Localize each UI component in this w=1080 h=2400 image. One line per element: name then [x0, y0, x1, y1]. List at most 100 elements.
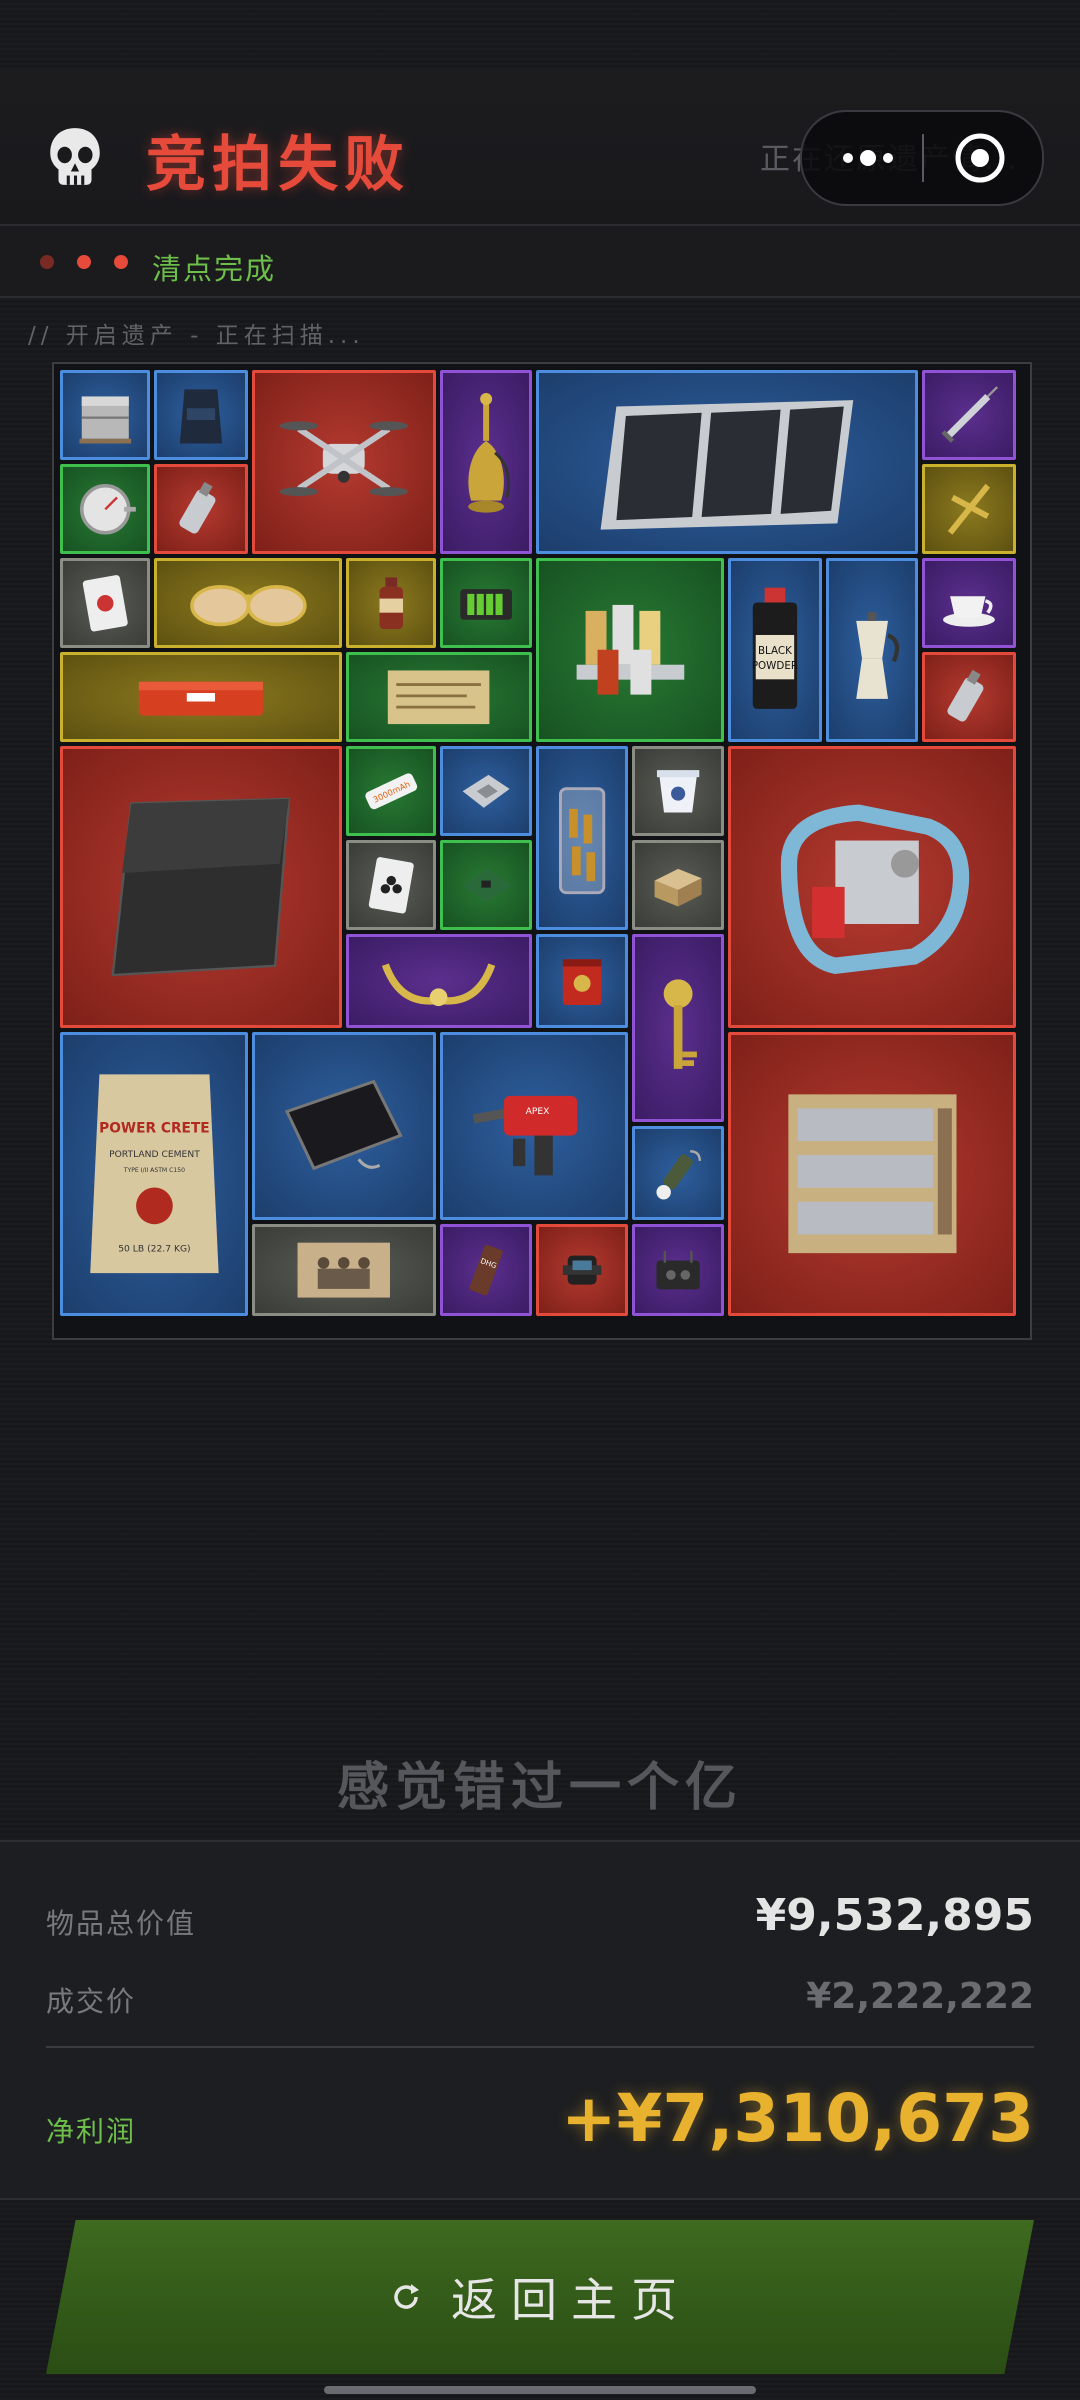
moka-pot-item[interactable]: [826, 558, 918, 742]
capsule-divider: [922, 134, 924, 182]
fuel-canister-2-item[interactable]: [922, 652, 1016, 742]
old-document-item[interactable]: [346, 652, 532, 742]
battery-charger-item[interactable]: [440, 558, 532, 648]
status-led: [40, 255, 54, 269]
cement-brand-label: POWER CRETE: [99, 1121, 210, 1137]
golden-cross-item[interactable]: [922, 464, 1016, 554]
result-tagline: 感觉错过一个亿: [336, 1758, 743, 1818]
return-home-button[interactable]: 返回主页: [46, 2220, 1034, 2374]
return-home-label: 返回主页: [451, 2273, 691, 2327]
old-photo-item[interactable]: [252, 1224, 436, 1316]
coffee-bag-item[interactable]: [154, 370, 248, 460]
playing-card-icon: [82, 574, 128, 632]
status-led: [114, 255, 128, 269]
red-case-item[interactable]: [60, 652, 342, 742]
spice-rack-icon: [576, 605, 684, 695]
cement-type-label: PORTLAND CEMENT: [109, 1149, 200, 1160]
carbon-plate-item[interactable]: [60, 746, 342, 1028]
red-tin-item[interactable]: [536, 934, 628, 1028]
solar-panel-icon: [600, 400, 854, 530]
target-icon[interactable]: [952, 130, 1008, 186]
small-box-icon: [654, 868, 702, 907]
teacup-item[interactable]: [922, 558, 1016, 648]
metal-chip-icon: [462, 774, 510, 808]
tablet-item[interactable]: [252, 1032, 436, 1220]
old-photo-icon: [297, 1242, 391, 1298]
status-led: [77, 255, 91, 269]
page-title: 竞拍失败: [146, 130, 410, 200]
drone-item[interactable]: [252, 370, 436, 554]
skull-icon: [50, 128, 100, 185]
club-card-item[interactable]: [346, 840, 436, 930]
moka-pot-icon: [856, 612, 900, 700]
cement-bag-item[interactable]: POWER CRETE PORTLAND CEMENT TYPE I/II ASTM…: [60, 1032, 248, 1316]
playing-card-item[interactable]: [60, 558, 150, 648]
metal-chip-item[interactable]: [440, 746, 532, 836]
inventory-grid: BLACK POWDER 3000mAh POWER CRETE PORTLAN…: [52, 362, 1032, 1340]
black-powder-label-1: BLACK: [758, 645, 792, 657]
fuel-canister-item[interactable]: [154, 464, 248, 554]
tablet-icon: [285, 1079, 403, 1170]
more-dots-icon[interactable]: [838, 140, 898, 176]
battery-charger-icon: [460, 588, 512, 620]
crate-stack-item[interactable]: [60, 370, 150, 460]
flashlight-icon: [656, 1150, 701, 1200]
aviator-glasses-icon: [189, 584, 307, 626]
circuit-board-item[interactable]: [440, 840, 532, 930]
radio-device-icon: [656, 1250, 700, 1290]
golden-hookah-item[interactable]: [440, 370, 532, 554]
golden-cross-icon: [947, 483, 991, 535]
radio-device-item[interactable]: [632, 1224, 724, 1316]
canister-icon: [947, 669, 984, 722]
snack-bar-item[interactable]: DHG: [440, 1224, 532, 1316]
ammo-jar-item[interactable]: [536, 746, 628, 930]
canister-icon: [179, 481, 216, 534]
server-rack-icon: [787, 1094, 957, 1254]
engine-device-item[interactable]: [728, 746, 1016, 1028]
battery-cell-icon: 3000mAh: [365, 773, 417, 809]
spice-rack-item[interactable]: [536, 558, 724, 742]
yogurt-cup-icon: [656, 769, 700, 813]
smart-watch-icon: [562, 1255, 602, 1285]
horn-necklace-item[interactable]: [346, 934, 532, 1028]
deal-price-label: 成交价: [46, 1985, 137, 2018]
small-box-item[interactable]: [632, 840, 724, 930]
pressure-gauge-item[interactable]: [60, 464, 150, 554]
small-bottle-item[interactable]: [346, 558, 436, 648]
carbon-plate-icon: [111, 797, 291, 977]
rotary-hammer-item[interactable]: APEX: [440, 1032, 628, 1220]
smart-watch-item[interactable]: [536, 1224, 628, 1316]
yogurt-cup-item[interactable]: [632, 746, 724, 836]
golden-key-item[interactable]: [632, 934, 724, 1122]
drone-icon: [279, 421, 409, 497]
black-powder-can-icon: BLACK POWDER: [752, 587, 798, 710]
hammer-brand-label: APEX: [525, 1106, 549, 1117]
result-header: 竞拍失败 正在还原遗产情...: [0, 70, 1080, 226]
flashlight-item[interactable]: [632, 1126, 724, 1220]
engine-device-icon: [780, 804, 969, 975]
scan-subtitle: // 开启遗产 - 正在扫描...: [28, 323, 365, 349]
gauge-icon: [79, 483, 136, 535]
syringe-icon: [941, 385, 999, 443]
solar-panel-item[interactable]: [536, 370, 918, 554]
golden-key-icon: [663, 978, 697, 1069]
aviator-glasses-item[interactable]: [154, 558, 342, 648]
ammo-jar-icon: [558, 787, 606, 895]
coffee-bag-icon: [179, 389, 223, 444]
home-indicator[interactable]: [324, 2386, 756, 2394]
net-profit-label: 净利润: [46, 2115, 137, 2148]
red-case-icon: [138, 681, 264, 716]
horn-necklace-icon: [382, 963, 496, 1007]
refresh-icon: [394, 2284, 419, 2309]
black-powder-can-item[interactable]: BLACK POWDER: [728, 558, 822, 742]
inventory-status-bar: 清点完成: [0, 226, 1080, 298]
battery-cell-item[interactable]: 3000mAh: [346, 746, 436, 836]
rotary-hammer-icon: APEX: [472, 1095, 577, 1175]
cement-weight-label: 50 LB (22.7 KG): [118, 1244, 190, 1255]
total-value-label: 物品总价值: [46, 1907, 197, 1940]
old-document-icon: [388, 670, 490, 724]
syringe-item[interactable]: [922, 370, 1016, 460]
server-rack-item[interactable]: [728, 1032, 1016, 1316]
hookah-icon: [468, 393, 510, 513]
cement-bag-icon: POWER CRETE PORTLAND CEMENT TYPE I/II ASTM…: [89, 1074, 219, 1274]
